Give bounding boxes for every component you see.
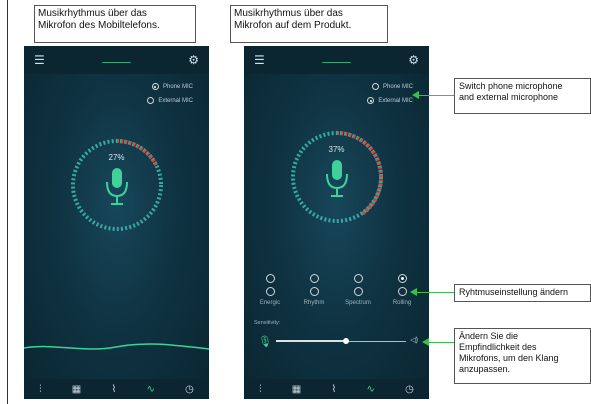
top-bar: ☰ ⸻ ⚙ [24,46,209,74]
mode-energic-radio[interactable] [265,287,275,296]
callout-sensitivity: Ändern Sie die Empfindlichkeit des Mikro… [454,328,591,384]
pulse-icon[interactable]: ⸻ [102,53,132,70]
callout-line-rhythm [416,292,454,293]
slider-knob[interactable] [343,338,349,344]
level-percent: 37% [328,145,345,154]
callout-rhythm-setting: Ryhtmuseinstellung ändern [454,284,591,302]
menu-icon[interactable]: ☰ [254,53,265,67]
mode-energic-radio-top[interactable] [265,274,275,283]
level-ring [290,131,383,223]
callout-arrow-switch [412,91,419,99]
mode-energic[interactable]: Energic [252,274,288,306]
external-mic-option[interactable]: External MIC [367,97,413,104]
external-mic-radio[interactable] [147,97,155,104]
mode-rhythm-label: Rhythm [303,300,325,306]
external-mic-option[interactable]: External MIC [147,97,193,104]
external-mic-radio[interactable] [367,97,375,104]
mode-rhythm-radio-top[interactable] [309,274,319,283]
pulse-icon[interactable]: ⸻ [322,53,352,70]
mode-rolling-label: Rolling [392,300,412,306]
audio-wave [24,343,209,350]
mode-rolling-radio-top[interactable] [397,274,407,283]
microphone-icon [325,160,348,197]
timer-icon[interactable]: ◷ [185,384,194,395]
sensitivity-slider[interactable]: 🎙 ◁) [258,336,418,348]
rhythm-icon[interactable]: ⌇ [111,384,116,395]
sensitivity-label: Sensitivity: [254,320,281,326]
mode-rolling-radio[interactable] [397,287,407,296]
phone-screen-left: ☰ ⸻ ⚙ Phone MIC External MIC 27% ⫶ ▦ ⌇ ∿… [24,46,209,399]
pulse-icon[interactable]: ∿ [367,384,375,395]
equalizer-icon[interactable]: ⫶ [39,384,42,395]
caption-product-mic: Musikrhythmus über das Mikrofon auf dem … [230,5,388,43]
phone-mic-radio[interactable] [151,83,159,90]
equalizer-icon[interactable]: ⫶ [259,384,262,395]
gear-icon[interactable]: ⚙ [188,53,199,67]
page-border-line [7,0,8,404]
phone-mic-label: Phone MIC [162,83,193,90]
phone-screen-right: ☰ ⸻ ⚙ Phone MIC External MIC 37% Energic… [244,46,429,399]
mode-spectrum[interactable]: Spectrum [340,274,376,306]
callout-arrow-rhythm [410,288,417,296]
rhythm-icon[interactable]: ⌇ [331,384,336,395]
timer-icon[interactable]: ◷ [405,384,414,395]
phone-mic-radio[interactable] [371,83,379,90]
phone-mic-label: Phone MIC [382,83,413,90]
mode-spectrum-radio-top[interactable] [353,274,363,283]
microphone-icon: 🎙 [258,336,272,348]
phone-mic-option[interactable]: Phone MIC [371,83,413,90]
level-ring [70,139,163,231]
callout-line-sensitivity [428,342,454,343]
mode-rhythm[interactable]: Rhythm [296,274,332,306]
mode-rhythm-radio[interactable] [309,287,319,296]
callout-switch-mic: Switch phone microphone and external mic… [454,78,591,114]
external-mic-label: External MIC [158,97,193,104]
caption-phone-mic: Musikrhythmus über das Mikrofon des Mobi… [34,5,196,43]
level-percent: 27% [108,153,125,162]
pulse-icon[interactable]: ∿ [147,384,155,395]
volume-icon: ◁) [410,337,418,344]
phone-mic-option[interactable]: Phone MIC [151,83,193,90]
bottom-nav: ⫶ ▦ ⌇ ∿ ◷ [24,379,209,399]
grid-icon[interactable]: ▦ [292,384,301,395]
gear-icon[interactable]: ⚙ [408,53,419,67]
callout-line-switch [418,95,454,96]
external-mic-label: External MIC [378,97,413,104]
mode-spectrum-label: Spectrum [345,300,371,306]
microphone-icon [105,168,128,205]
grid-icon[interactable]: ▦ [72,384,81,395]
menu-icon[interactable]: ☰ [34,53,45,67]
slider-fill [276,340,346,342]
callout-arrow-sensitivity [422,338,429,346]
mode-spectrum-radio[interactable] [353,287,363,296]
bottom-nav: ⫶ ▦ ⌇ ∿ ◷ [244,379,429,399]
top-bar: ☰ ⸻ ⚙ [244,46,429,74]
mode-energic-label: Energic [259,300,281,306]
